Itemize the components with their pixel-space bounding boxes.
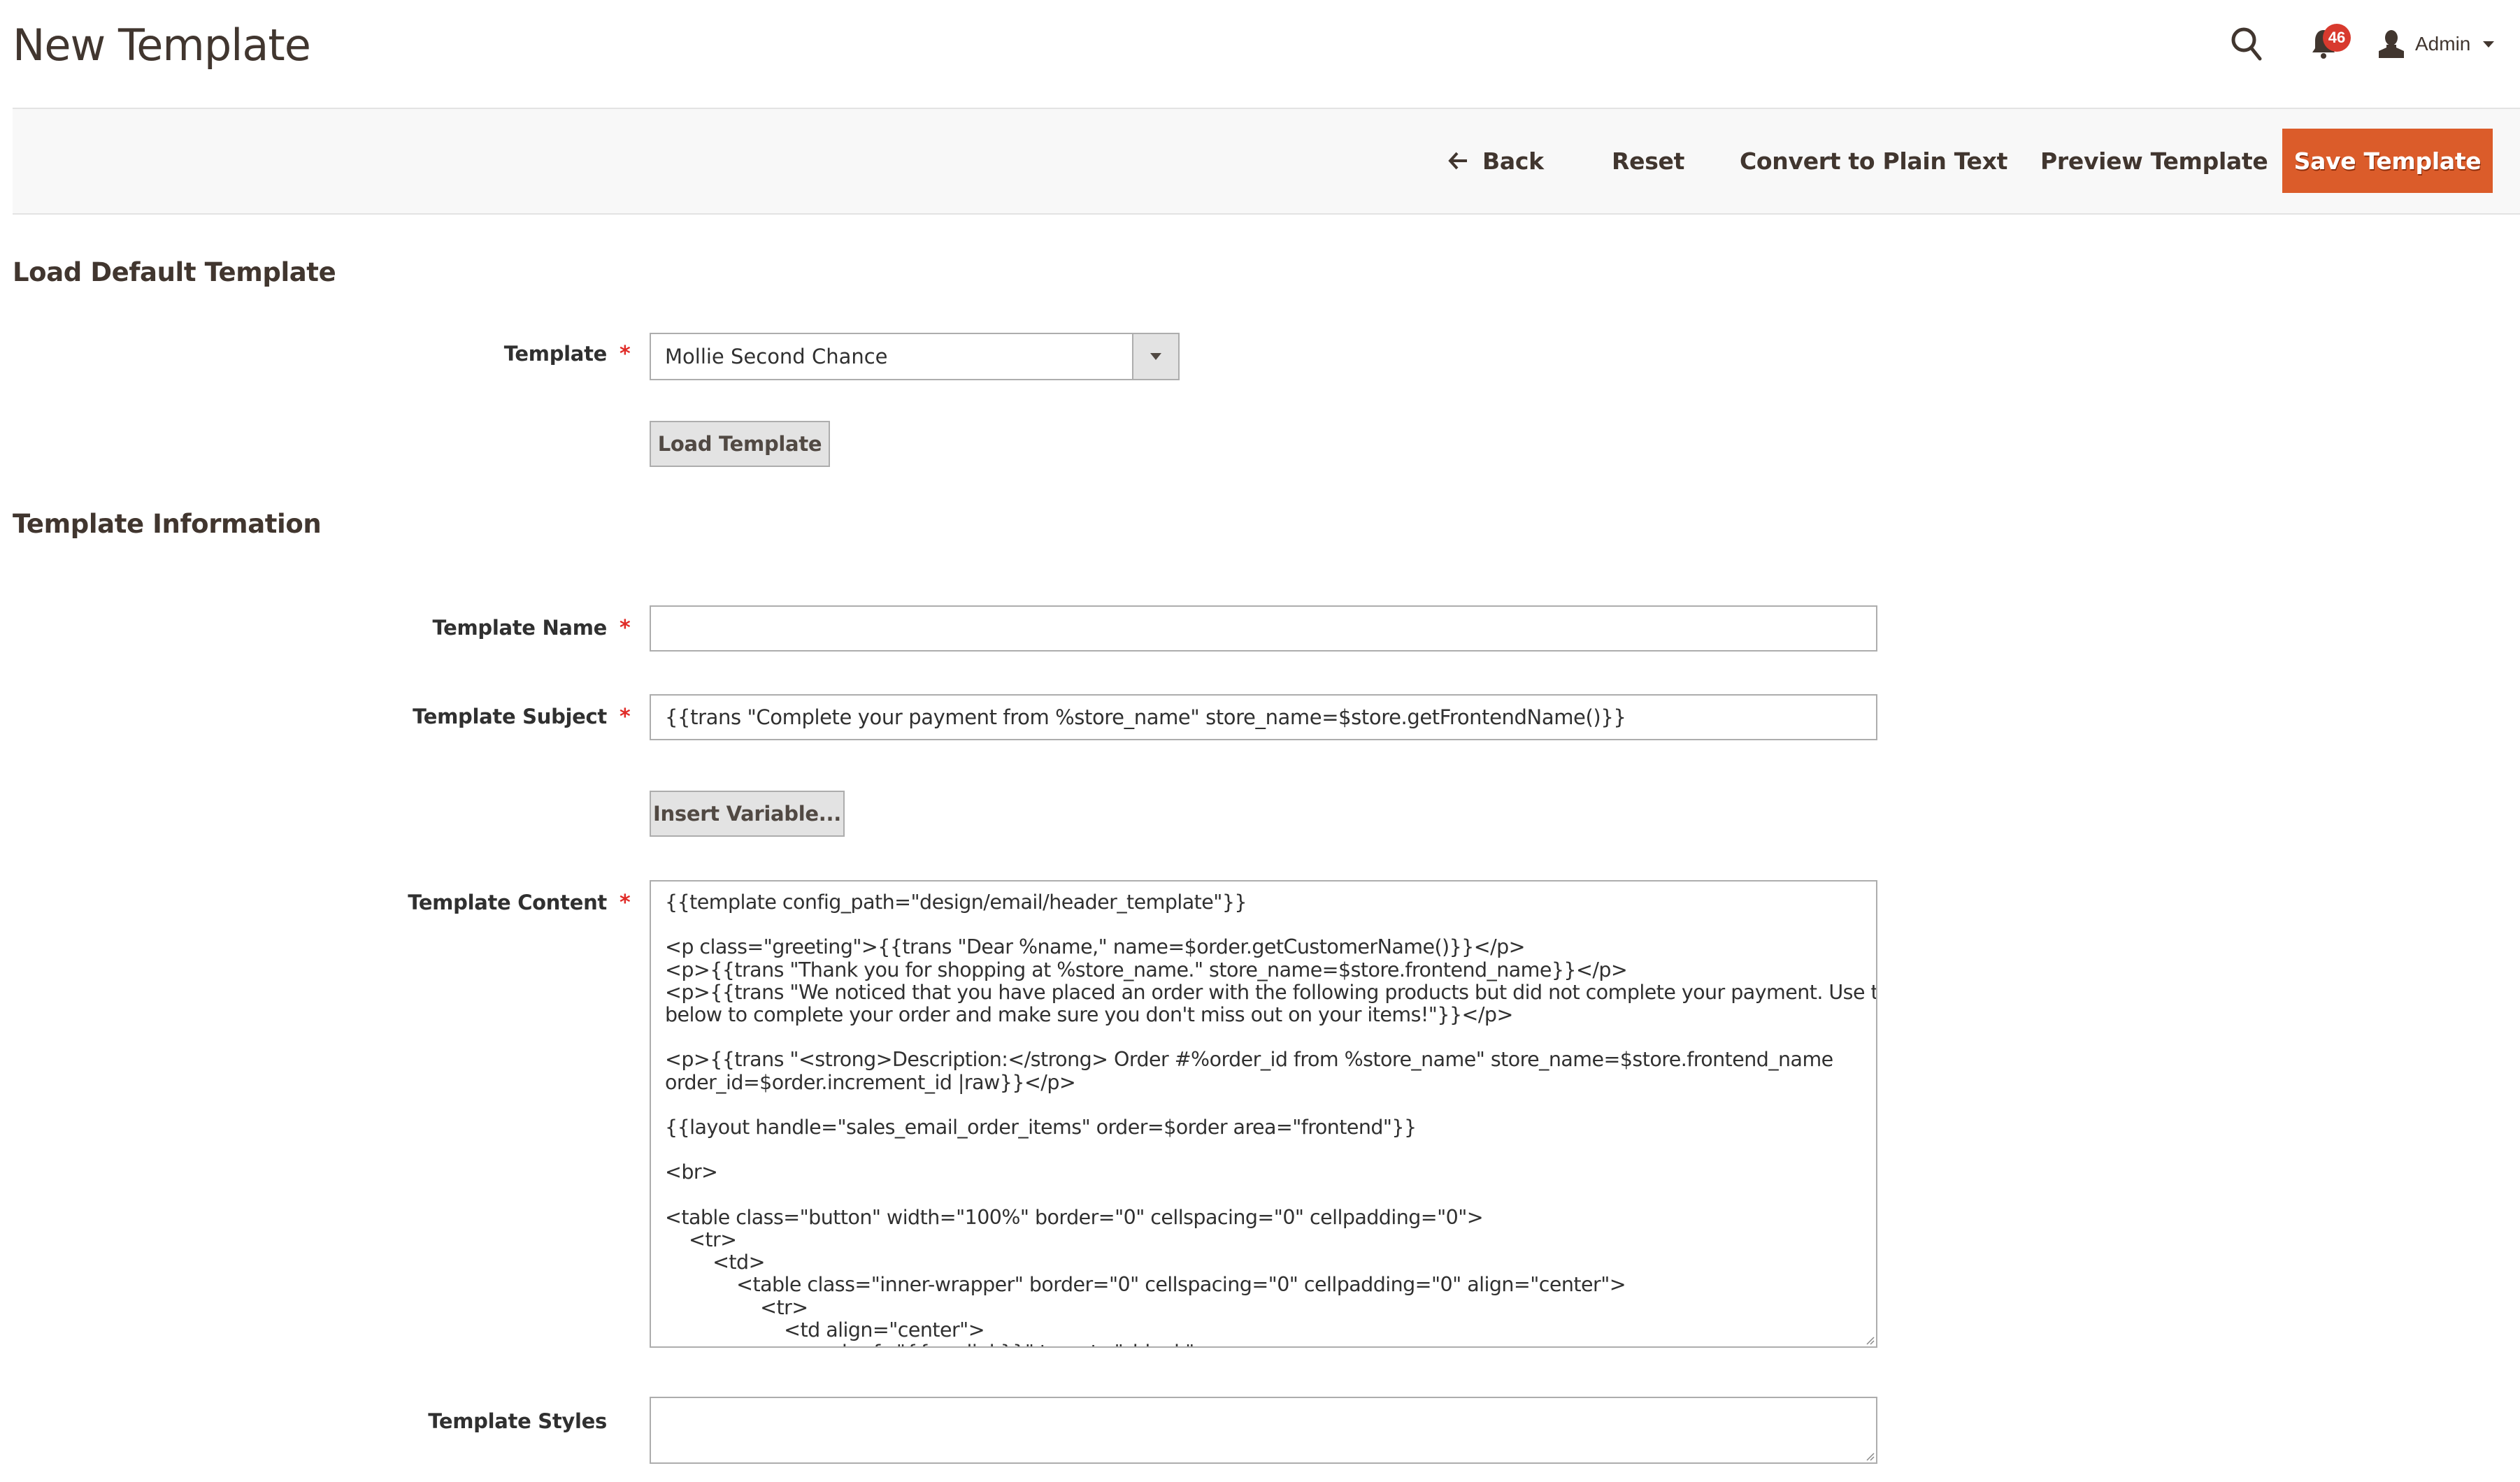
load-template-button[interactable]: Load Template xyxy=(650,421,830,467)
template-name-label: Template Name xyxy=(432,616,607,640)
notifications-button[interactable]: 46 xyxy=(2299,21,2351,67)
template-content-text: {{template config_path="design/email/hea… xyxy=(665,891,1876,1346)
template-select-label: Template xyxy=(503,342,608,366)
caret-down-icon xyxy=(2483,41,2495,48)
template-subject-input[interactable]: {{trans "Complete your payment from %sto… xyxy=(650,694,1877,740)
required-marker: * xyxy=(620,891,631,915)
chevron-down-icon xyxy=(1150,353,1161,360)
convert-to-plain-text-button[interactable]: Convert to Plain Text xyxy=(1740,129,2007,193)
resize-handle-icon[interactable] xyxy=(1865,1335,1875,1345)
user-account-menu[interactable]: Admin xyxy=(2377,21,2495,67)
template-select-value: Mollie Second Chance xyxy=(665,345,888,368)
search-icon xyxy=(2231,27,2262,61)
required-marker: * xyxy=(620,342,631,366)
template-styles-textarea[interactable] xyxy=(650,1397,1877,1464)
template-content-textarea[interactable]: {{template config_path="design/email/hea… xyxy=(650,880,1877,1348)
user-name: Admin xyxy=(2415,33,2471,55)
back-button[interactable]: Back xyxy=(1447,129,1544,193)
template-select[interactable]: Mollie Second Chance xyxy=(650,333,1180,380)
insert-variable-button[interactable]: Insert Variable... xyxy=(650,791,845,837)
select-arrow[interactable] xyxy=(1132,334,1178,379)
preview-template-button[interactable]: Preview Template xyxy=(2040,129,2268,193)
template-styles-label: Template Styles xyxy=(428,1409,607,1433)
arrow-left-icon xyxy=(1448,152,1467,170)
template-information-heading: Template Information xyxy=(13,509,322,539)
template-content-label: Template Content xyxy=(408,891,607,914)
notifications-count-badge: 46 xyxy=(2323,24,2351,52)
save-template-button[interactable]: Save Template xyxy=(2282,129,2493,193)
resize-handle-icon[interactable] xyxy=(1865,1451,1875,1461)
back-button-label: Back xyxy=(1482,147,1544,175)
page-title: New Template xyxy=(13,20,311,71)
load-default-template-heading: Load Default Template xyxy=(13,257,336,287)
template-name-input[interactable] xyxy=(650,605,1877,652)
template-subject-label: Template Subject xyxy=(413,705,607,728)
required-marker: * xyxy=(620,616,631,640)
required-marker: * xyxy=(620,705,631,729)
user-icon xyxy=(2379,30,2404,58)
reset-button[interactable]: Reset xyxy=(1612,129,1684,193)
global-search-button[interactable] xyxy=(2224,21,2270,67)
